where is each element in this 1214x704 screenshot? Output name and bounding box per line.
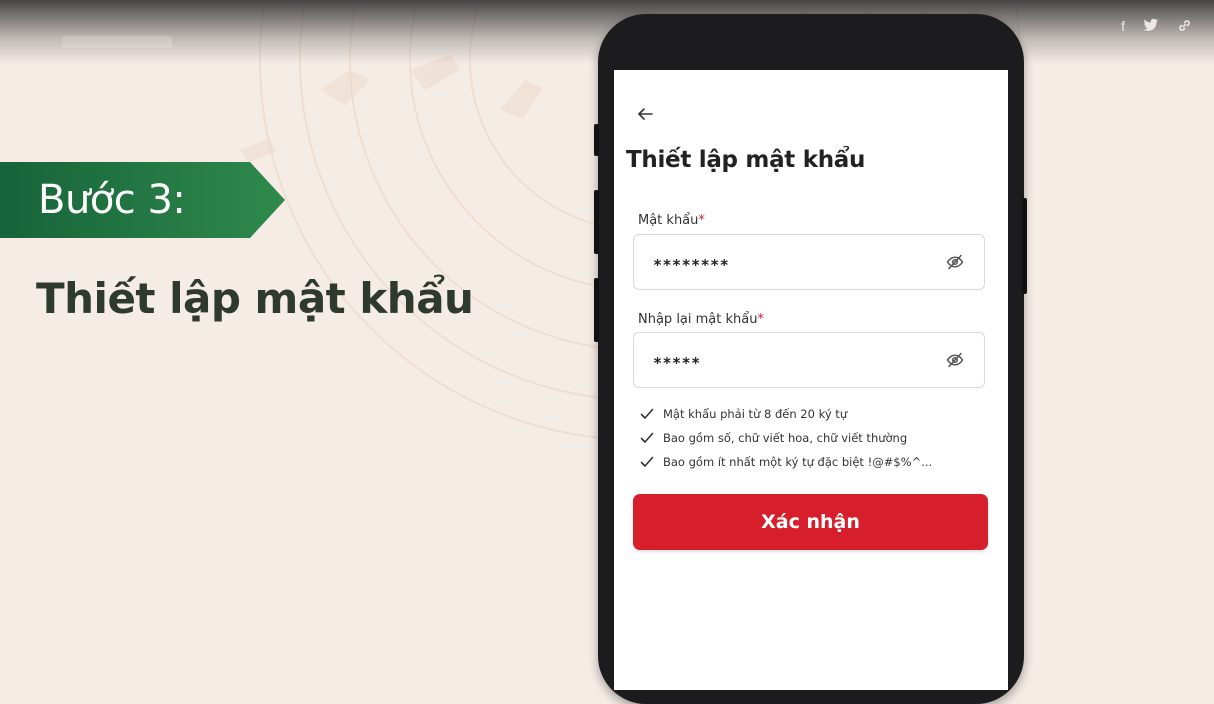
required-mark: *	[698, 213, 705, 228]
phone-side-button	[594, 278, 599, 342]
confirm-button[interactable]: Xác nhận	[633, 494, 988, 550]
rule-item: Mật khẩu phải từ 8 đến 20 ký tự	[640, 402, 980, 426]
phone-screen: Thiết lập mật khẩu Mật khẩu* ******** Nh…	[614, 70, 1008, 690]
check-icon	[640, 456, 654, 467]
rule-text: Bao gồm số, chữ viết hoa, chữ viết thườn…	[663, 431, 908, 445]
twitter-icon[interactable]	[1143, 18, 1159, 36]
check-icon	[640, 408, 654, 419]
check-icon	[640, 432, 654, 443]
rule-text: Mật khẩu phải từ 8 đến 20 ký tự	[663, 407, 848, 421]
password-value[interactable]: ********	[653, 235, 729, 291]
password-field[interactable]: ********	[633, 234, 985, 290]
screen-title: Thiết lập mật khẩu	[626, 147, 866, 173]
facebook-icon[interactable]: f	[1121, 18, 1125, 36]
step-label: Bước 3:	[38, 177, 186, 223]
required-mark: *	[757, 312, 764, 327]
step-title: Thiết lập mật khẩu	[36, 274, 474, 323]
link-icon[interactable]	[1177, 18, 1192, 36]
rule-item: Bao gồm ít nhất một ký tự đặc biệt !@#$%…	[640, 450, 980, 474]
confirm-password-label: Nhập lại mật khẩu*	[638, 312, 764, 327]
rule-item: Bao gồm số, chữ viết hoa, chữ viết thườn…	[640, 426, 980, 450]
phone-side-button	[594, 124, 599, 156]
rule-text: Bao gồm ít nhất một ký tự đặc biệt !@#$%…	[663, 455, 933, 469]
confirm-password-value[interactable]: *****	[653, 333, 701, 389]
back-arrow-icon[interactable]	[636, 106, 654, 122]
eye-slash-icon[interactable]	[946, 254, 964, 270]
social-share: f	[1121, 18, 1192, 36]
confirm-password-field[interactable]: *****	[633, 332, 985, 388]
channel-logo	[62, 36, 172, 48]
eye-slash-icon[interactable]	[946, 352, 964, 368]
phone-side-button	[1022, 198, 1027, 294]
password-rules: Mật khẩu phải từ 8 đến 20 ký tự Bao gồm …	[640, 402, 980, 474]
password-label: Mật khẩu*	[638, 213, 705, 228]
phone-side-button	[594, 190, 599, 254]
